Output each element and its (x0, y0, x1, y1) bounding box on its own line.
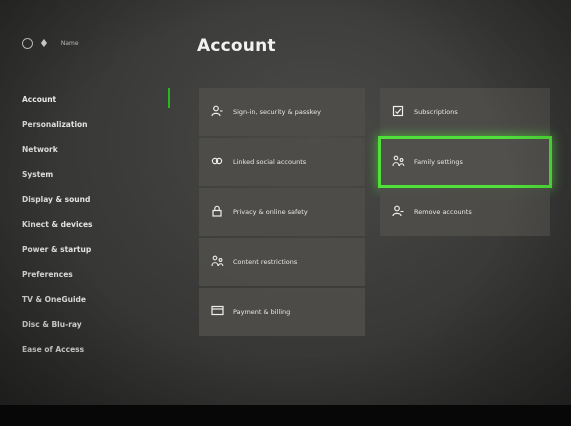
sidebar-item-account[interactable]: Account (22, 88, 172, 118)
sidebar-item-label: System (22, 170, 54, 179)
tile-privacy-online-safety[interactable]: Privacy & online safety (199, 188, 365, 236)
lock-icon (209, 205, 225, 220)
tile-label: Linked social accounts (233, 157, 307, 166)
tv-bezel (0, 405, 571, 426)
sidebar-item-preferences[interactable]: Preferences (22, 268, 172, 293)
tile-subscriptions[interactable]: Subscriptions (380, 88, 550, 136)
account-tiles-right: Subscriptions Family settings Remove acc… (378, 88, 552, 236)
sidebar-item-label: Disc & Blu-ray (22, 320, 82, 329)
tile-label: Content restrictions (233, 257, 298, 266)
sidebar-item-label: Personalization (22, 120, 88, 129)
gamerpic-icon: ♦ (39, 37, 49, 50)
sidebar-item-ease-of-access[interactable]: Ease of Access (22, 343, 172, 368)
tile-family-settings[interactable]: Family settings (378, 136, 552, 188)
page-title: Account (197, 36, 276, 56)
linked-accounts-icon (209, 155, 225, 170)
sidebar-item-label: Network (22, 145, 58, 154)
tile-remove-accounts[interactable]: Remove accounts (380, 188, 550, 236)
tile-linked-social-accounts[interactable]: Linked social accounts (199, 138, 365, 186)
sidebar-item-label: Display & sound (22, 195, 91, 204)
sidebar-item-label: TV & OneGuide (22, 295, 87, 304)
sidebar-item-power-startup[interactable]: Power & startup (22, 243, 172, 268)
subscriptions-icon (390, 105, 406, 120)
tile-label: Payment & billing (233, 307, 291, 316)
profile-bar: ♦ Name (22, 38, 79, 49)
settings-gear-icon (22, 38, 33, 49)
sidebar-item-label: Power & startup (22, 245, 92, 254)
tile-label: Subscriptions (414, 107, 458, 116)
sidebar-item-personalization[interactable]: Personalization (22, 118, 172, 143)
remove-person-icon (390, 205, 406, 220)
sidebar-item-disc-bluray[interactable]: Disc & Blu-ray (22, 318, 172, 343)
sidebar-item-label: Account (22, 95, 57, 104)
family-icon (390, 155, 406, 170)
sidebar-item-label: Kinect & devices (22, 220, 93, 229)
tile-label: Family settings (414, 157, 463, 166)
account-tiles-left: Sign-in, security & passkey Linked socia… (199, 88, 365, 336)
tile-label: Remove accounts (414, 207, 472, 216)
family-icon (209, 255, 225, 270)
tv-screen: ♦ Name Account Account Personalization N… (0, 0, 571, 405)
sidebar-item-label: Ease of Access (22, 345, 85, 354)
sidebar-item-kinect-devices[interactable]: Kinect & devices (22, 218, 172, 243)
sidebar-item-tv-oneguide[interactable]: TV & OneGuide (22, 293, 172, 318)
person-key-icon (209, 105, 225, 120)
tile-label: Privacy & online safety (233, 207, 308, 216)
settings-sidebar: Account Personalization Network System D… (22, 88, 172, 368)
sidebar-item-display-sound[interactable]: Display & sound (22, 193, 172, 218)
selection-indicator (168, 88, 170, 108)
tile-label: Sign-in, security & passkey (233, 107, 321, 116)
sidebar-item-label: Preferences (22, 270, 73, 279)
credit-card-icon (209, 305, 225, 319)
tile-content-restrictions[interactable]: Content restrictions (199, 238, 365, 286)
sidebar-item-network[interactable]: Network (22, 143, 172, 168)
tile-payment-billing[interactable]: Payment & billing (199, 288, 365, 336)
user-name: Name (60, 40, 79, 47)
tile-sign-in-security[interactable]: Sign-in, security & passkey (199, 88, 365, 136)
sidebar-item-system[interactable]: System (22, 168, 172, 193)
